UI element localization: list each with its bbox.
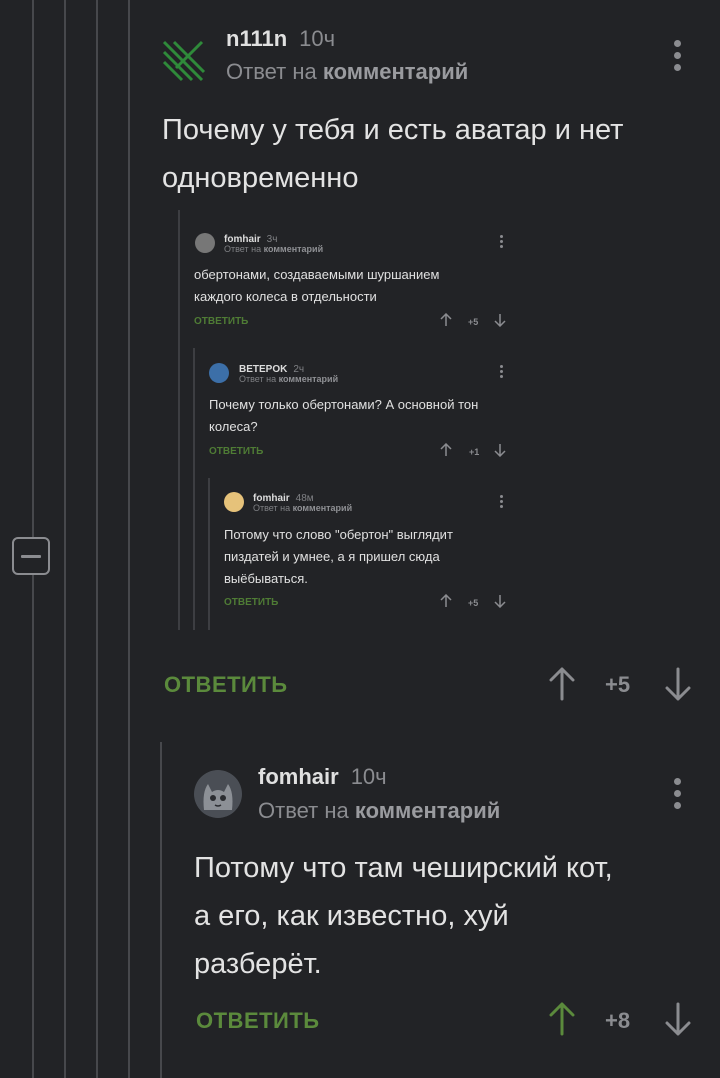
- reply-to-line: Ответ на комментарий: [258, 798, 500, 824]
- embedded-reply-target: комментарий: [292, 503, 353, 513]
- author-nick[interactable]: fomhair: [258, 764, 339, 789]
- upvote-icon[interactable]: [549, 1002, 575, 1036]
- cat-avatar-icon: [194, 770, 242, 818]
- green-stripes-avatar-icon: [162, 40, 206, 82]
- rating-value: +8: [605, 1008, 631, 1033]
- embedded-downvote-icon: [494, 313, 506, 332]
- reply-target-link[interactable]: комментарий: [355, 798, 500, 823]
- downvote-icon[interactable]: [665, 667, 691, 701]
- embedded-kebab-icon: [500, 235, 503, 250]
- embedded-reply-prefix: Ответ на: [253, 503, 291, 513]
- reply-to-line: Ответ на комментарий: [226, 59, 468, 85]
- embedded-reply: ОТВЕТИТЬ: [209, 446, 264, 457]
- embedded-reply-target: комментарий: [278, 374, 339, 384]
- embedded-avatar: [224, 492, 244, 512]
- comment-time: 10ч: [299, 26, 336, 51]
- embedded-upvote-icon: [440, 312, 452, 332]
- comment-image[interactable]: fomhair 3ч Ответ на комментарий обертонам…: [178, 210, 528, 635]
- comment: n111n 10ч Ответ на комментарий Почему у т…: [0, 0, 720, 720]
- author-nick[interactable]: n111n: [226, 26, 287, 51]
- embedded-avatar: [195, 233, 215, 253]
- avatar[interactable]: [194, 770, 242, 818]
- embedded-upvote-icon: [440, 442, 452, 462]
- embedded-reply: ОТВЕТИТЬ: [224, 597, 279, 608]
- upvote-icon[interactable]: [549, 667, 575, 701]
- embedded-downvote-icon: [494, 594, 506, 613]
- embedded-avatar: [209, 363, 229, 383]
- embedded-rating: +1: [469, 447, 480, 457]
- embedded-text: Почему только обертонами? А основной тон…: [209, 397, 479, 434]
- reply-button[interactable]: ОТВЕТИТЬ: [196, 1008, 320, 1034]
- embedded-downvote-icon: [494, 443, 506, 462]
- comment-text: Потому что там чеширский кот, а его, как…: [194, 852, 613, 980]
- reply-button[interactable]: ОТВЕТИТЬ: [164, 672, 288, 698]
- reply-prefix: Ответ на: [226, 59, 317, 84]
- reply-target-link[interactable]: комментарий: [323, 59, 468, 84]
- comment-text: Почему у тебя и есть аватар и нет одновр…: [162, 114, 624, 194]
- more-options-icon[interactable]: [674, 40, 682, 76]
- embedded-reply-prefix: Ответ на: [239, 374, 277, 384]
- embedded-rating: +5: [468, 598, 479, 608]
- more-options-icon[interactable]: [674, 778, 682, 814]
- embedded-rating: +5: [468, 317, 479, 327]
- downvote-icon[interactable]: [665, 1002, 691, 1036]
- embedded-reply: ОТВЕТИТЬ: [194, 316, 249, 327]
- embedded-upvote-icon: [440, 593, 452, 613]
- reply-prefix: Ответ на: [258, 798, 349, 823]
- embedded-reply-target: комментарий: [263, 244, 324, 254]
- rating-value: +5: [605, 672, 631, 697]
- embedded-kebab-icon: [500, 365, 503, 380]
- embedded-text: Потому что слово "обертон" выглядит пизд…: [224, 527, 453, 586]
- embedded-kebab-icon: [500, 495, 503, 510]
- comment: fomhair 10ч Ответ на комментарий Потому ч…: [0, 742, 720, 1078]
- avatar[interactable]: [162, 38, 206, 82]
- comment-time: 10ч: [350, 764, 387, 789]
- embedded-reply-prefix: Ответ на: [224, 244, 262, 254]
- embedded-text: обертонами, создаваемыми шуршанием каждо…: [194, 267, 440, 304]
